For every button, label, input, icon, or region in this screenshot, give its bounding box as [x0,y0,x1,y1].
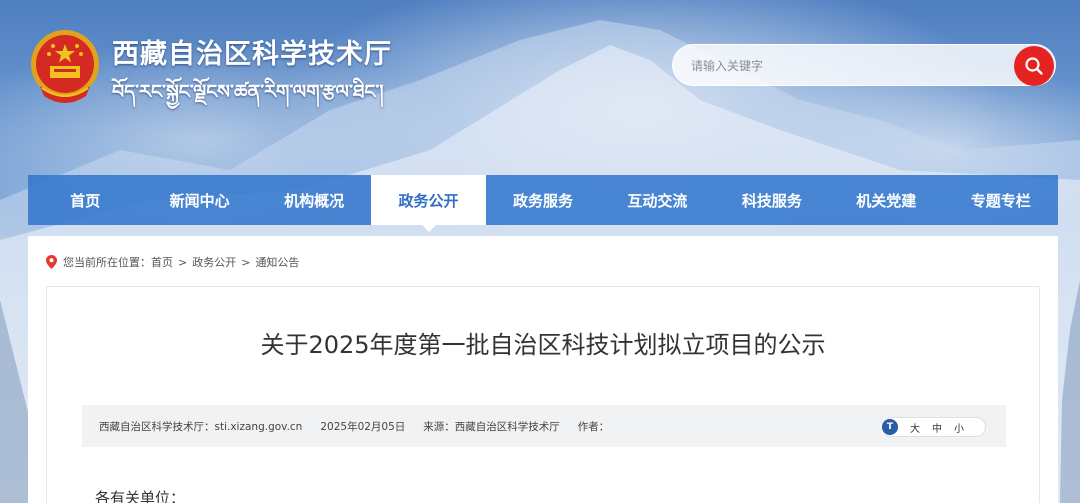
nav-item-home[interactable]: 首页 [28,175,142,225]
meta-date: 2025年02月05日 [320,420,406,433]
nav-item-tech-services[interactable]: 科技服务 [715,175,829,225]
font-size-small[interactable]: 小 [954,420,964,435]
breadcrumb-separator: > [241,255,251,269]
breadcrumb-separator: > [178,255,188,269]
meta-source: 来源：西藏自治区科学技术厅 [423,420,560,433]
location-pin-icon [46,255,57,269]
breadcrumb-government-affairs[interactable]: 政务公开 [192,254,236,270]
nav-item-news[interactable]: 新闻中心 [142,175,256,225]
font-size-medium[interactable]: 中 [932,420,942,435]
breadcrumb-home[interactable]: 首页 [151,254,173,270]
article-title: 关于2025年度第一批自治区科技计划拟立项目的公示 [260,331,826,359]
national-emblem-icon [28,26,102,108]
main-nav: 首页 新闻中心 机构概况 政务公开 政务服务 互动交流 科技服务 机关党建 专题… [28,175,1058,232]
search-button[interactable] [1014,46,1054,86]
font-size-switcher: T 大 中 小 [882,417,986,437]
nav-item-organization[interactable]: 机构概况 [257,175,371,225]
breadcrumb: 您当前所在位置： 首页 > 政务公开 > 通知公告 [46,254,299,270]
site-subtitle-tibetan: བོད་རང་སྐྱོང་ལྗོངས་ཚན་རིག་ལག་རྩལ་ཐིང་། [112,81,384,103]
nav-item-government-services[interactable]: 政务服务 [486,175,600,225]
article-greeting: 各有关单位： [95,489,186,503]
article-meta-bar: 西藏自治区科学技术厅：sti.xizang.gov.cn 2025年02月05日… [82,405,1006,447]
search-box [672,44,1056,86]
meta-author: 作者： [577,420,610,433]
nav-item-interaction[interactable]: 互动交流 [600,175,714,225]
font-size-icon: T [882,419,898,435]
nav-item-party-building[interactable]: 机关党建 [829,175,943,225]
nav-item-government-affairs[interactable]: 政务公开 [371,175,486,232]
search-input[interactable] [691,53,991,79]
meta-site: 西藏自治区科学技术厅：sti.xizang.gov.cn [99,420,303,433]
search-icon [1025,57,1043,75]
article: 关于2025年度第一批自治区科技计划拟立项目的公示 西藏自治区科学技术厅：sti… [46,286,1040,503]
content-panel: 您当前所在位置： 首页 > 政务公开 > 通知公告 关于2025年度第一批自治区… [28,236,1058,503]
breadcrumb-prefix: 您当前所在位置： [63,256,151,269]
nav-item-special-topics[interactable]: 专题专栏 [944,175,1058,225]
font-size-large[interactable]: 大 [910,420,920,435]
breadcrumb-notices[interactable]: 通知公告 [255,254,299,270]
site-title: 西藏自治区科学技术厅 [112,39,392,70]
